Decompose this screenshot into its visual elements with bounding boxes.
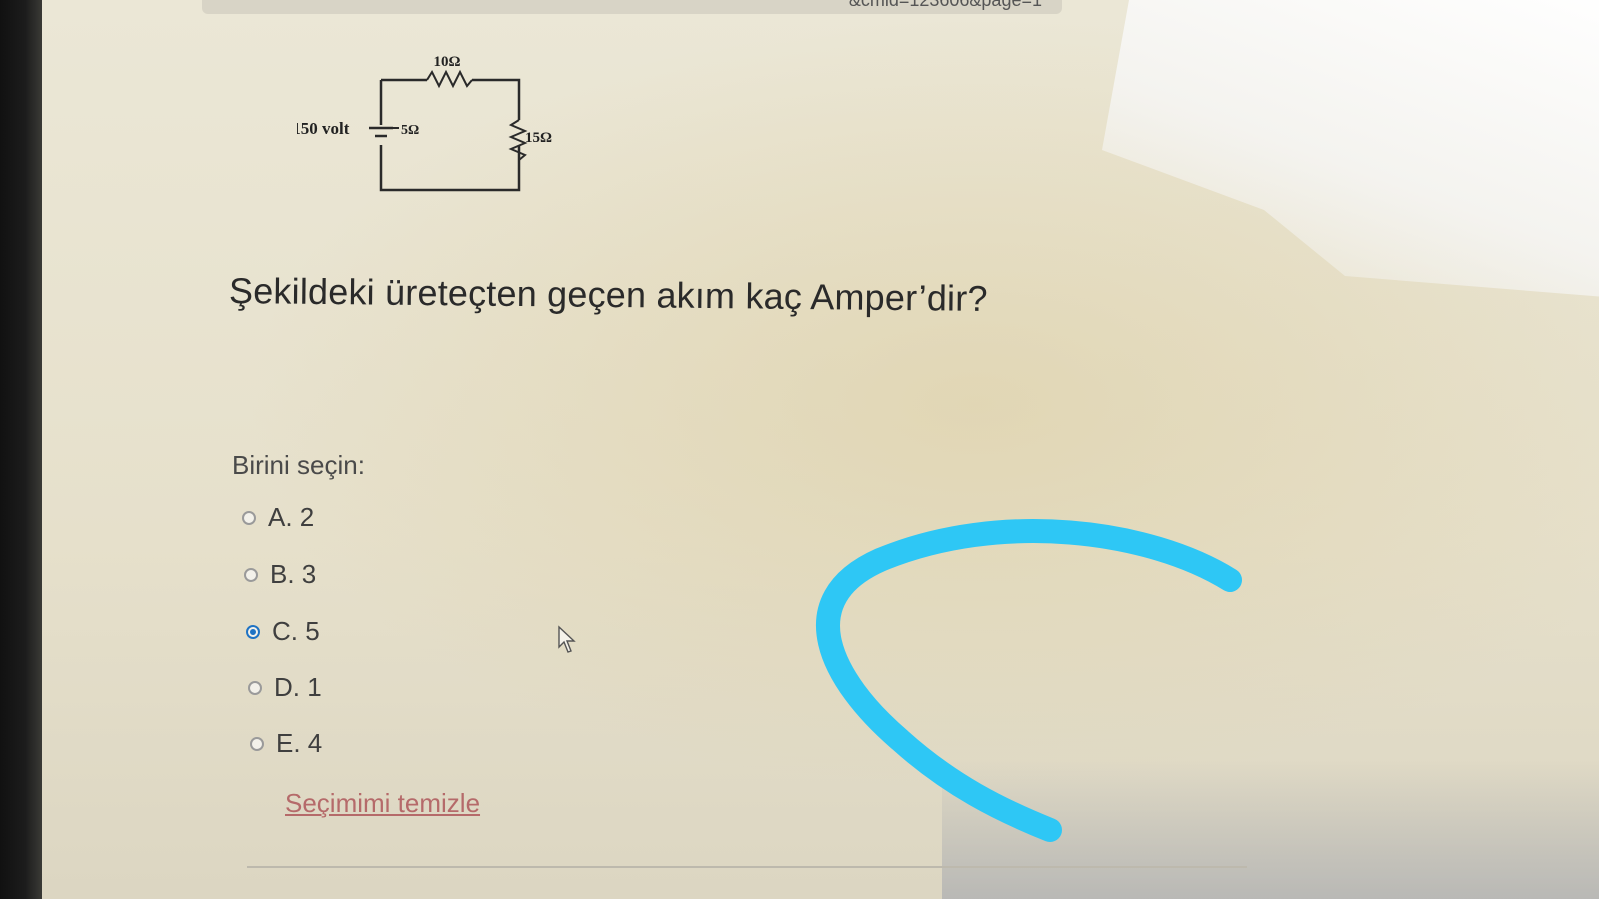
option-a[interactable]: A. 2	[242, 502, 314, 533]
screen: &cmid=123606&page=1 10Ω 5Ω 15Ω E= 150 vo…	[42, 0, 1599, 899]
option-label: E. 4	[276, 728, 323, 758]
clear-selection-link[interactable]: Seçimimi temizle	[285, 788, 480, 819]
radio-button-selected[interactable]	[246, 624, 260, 639]
option-label: D. 1	[274, 672, 322, 702]
top-resistor-label: 10Ω	[433, 54, 460, 70]
answer-prompt: Birini seçin:	[232, 450, 365, 480]
monitor-bezel	[0, 0, 42, 899]
option-label: C. 5	[272, 616, 320, 646]
left-resistor-label: 5Ω	[401, 123, 419, 138]
mouse-pointer-icon	[558, 625, 576, 653]
source-label: E= 150 volt	[297, 119, 350, 138]
window-glare	[1102, 0, 1599, 300]
option-c[interactable]: C. 5	[246, 616, 320, 647]
option-e[interactable]: E. 4	[250, 728, 322, 759]
address-bar[interactable]: &cmid=123606&page=1	[202, 0, 1062, 14]
option-label: A. 2	[268, 502, 315, 532]
radio-button[interactable]	[248, 680, 262, 695]
right-resistor-label: 15Ω	[525, 130, 552, 146]
option-b[interactable]: B. 3	[244, 559, 316, 590]
section-divider	[247, 866, 1247, 868]
option-d[interactable]: D. 1	[248, 672, 322, 703]
top-resistor-symbol	[426, 69, 473, 89]
radio-button[interactable]	[242, 510, 256, 525]
keyboard-reflection	[942, 760, 1599, 899]
radio-button[interactable]	[250, 736, 264, 751]
radio-button[interactable]	[244, 567, 258, 582]
option-label: B. 3	[270, 559, 317, 589]
address-bar-url: &cmid=123606&page=1	[848, 0, 1042, 10]
question-text: Şekildeki üreteçten geçen akım kaç Amper…	[228, 270, 988, 319]
circuit-diagram: 10Ω 5Ω 15Ω E= 150 volt	[297, 54, 552, 192]
